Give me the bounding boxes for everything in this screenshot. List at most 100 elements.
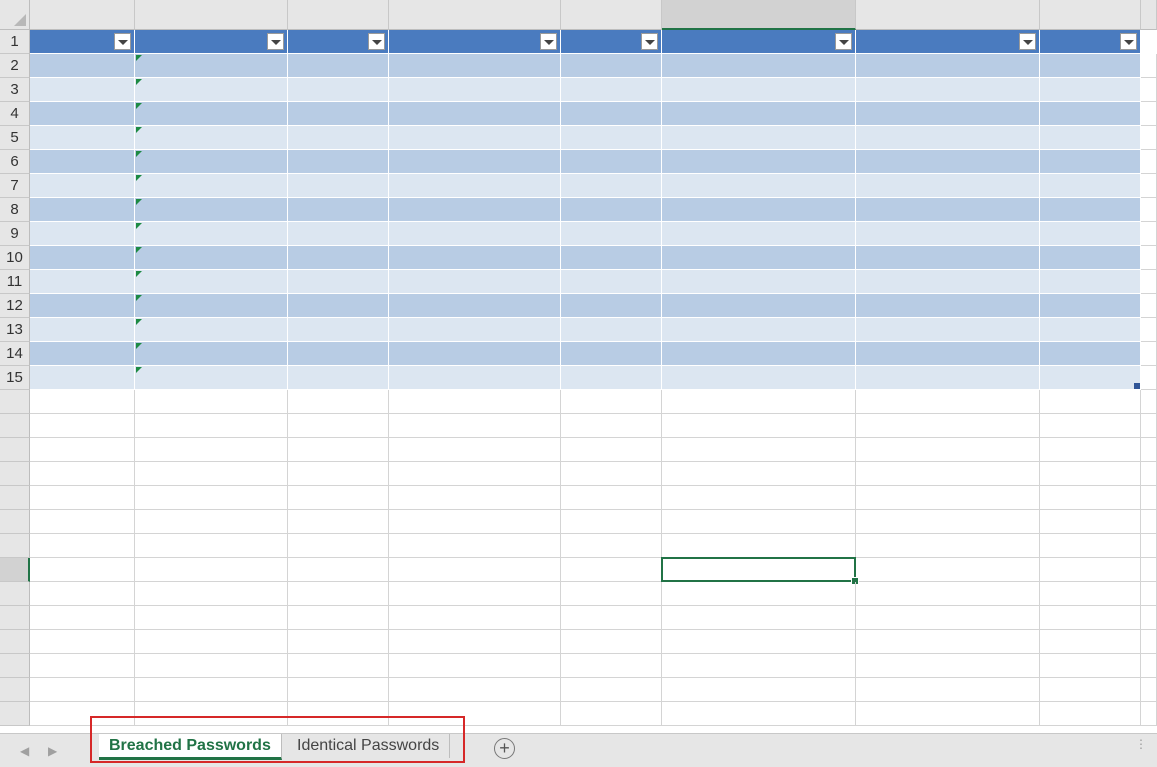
grid-cell[interactable]: [1040, 534, 1141, 558]
table-cell[interactable]: [561, 150, 662, 174]
table-cell[interactable]: [288, 246, 389, 270]
grid-cell[interactable]: [1040, 654, 1141, 678]
grid-cell[interactable]: [1141, 390, 1157, 414]
table-cell[interactable]: [1040, 270, 1141, 294]
table-cell[interactable]: [662, 78, 856, 102]
table-cell[interactable]: [30, 222, 135, 246]
grid-cell[interactable]: [856, 438, 1040, 462]
table-cell[interactable]: [561, 342, 662, 366]
grid-cell[interactable]: [561, 558, 662, 582]
grid-cell[interactable]: [1040, 678, 1141, 702]
grid-cell[interactable]: [1141, 198, 1157, 222]
grid-cell[interactable]: [135, 438, 288, 462]
grid-cell[interactable]: [288, 462, 389, 486]
grid-cell[interactable]: [856, 630, 1040, 654]
table-cell[interactable]: [561, 198, 662, 222]
table-cell[interactable]: [135, 342, 288, 366]
filter-dropdown-icon[interactable]: [267, 33, 284, 50]
row-header[interactable]: 8: [0, 198, 30, 222]
table-cell[interactable]: [135, 198, 288, 222]
column-header-b[interactable]: [135, 0, 288, 30]
grid-cell[interactable]: [561, 486, 662, 510]
grid-cell[interactable]: [288, 534, 389, 558]
row-header[interactable]: 14: [0, 342, 30, 366]
grid-cell[interactable]: [288, 558, 389, 582]
table-cell[interactable]: [856, 54, 1040, 78]
grid-cell[interactable]: [288, 630, 389, 654]
grid-cell[interactable]: [662, 606, 856, 630]
grid-cell[interactable]: [561, 678, 662, 702]
table-cell[interactable]: [389, 294, 561, 318]
row-header[interactable]: [0, 534, 30, 558]
table-cell[interactable]: [1040, 366, 1141, 390]
grid-cell[interactable]: [1141, 150, 1157, 174]
grid-cell[interactable]: [30, 678, 135, 702]
table-cell[interactable]: [389, 270, 561, 294]
more-options-icon[interactable]: ⋮: [1135, 738, 1147, 750]
grid-cell[interactable]: [1141, 438, 1157, 462]
grid-cell[interactable]: [561, 438, 662, 462]
grid-cell[interactable]: [561, 390, 662, 414]
table-cell[interactable]: [561, 318, 662, 342]
grid-cell[interactable]: [1040, 702, 1141, 726]
table-cell[interactable]: [288, 78, 389, 102]
grid-cell[interactable]: [288, 582, 389, 606]
grid-cell[interactable]: [856, 534, 1040, 558]
column-header-e[interactable]: [561, 0, 662, 30]
grid-cell[interactable]: [135, 534, 288, 558]
grid-cell[interactable]: [856, 486, 1040, 510]
grid-cell[interactable]: [135, 510, 288, 534]
grid-cell[interactable]: [856, 606, 1040, 630]
grid-cell[interactable]: [288, 486, 389, 510]
table-cell[interactable]: [389, 198, 561, 222]
table-cell[interactable]: [561, 78, 662, 102]
column-header-d[interactable]: [389, 0, 561, 30]
table-cell[interactable]: [389, 126, 561, 150]
table-cell[interactable]: [30, 198, 135, 222]
table-cell[interactable]: [389, 342, 561, 366]
grid-cell[interactable]: [561, 606, 662, 630]
table-cell[interactable]: [288, 54, 389, 78]
grid-cell[interactable]: [30, 486, 135, 510]
table-cell[interactable]: [389, 78, 561, 102]
table-cell[interactable]: [561, 270, 662, 294]
table-cell[interactable]: [30, 54, 135, 78]
table-cell[interactable]: [389, 102, 561, 126]
grid-cell[interactable]: [135, 582, 288, 606]
grid-cell[interactable]: [662, 654, 856, 678]
grid-cell[interactable]: [288, 438, 389, 462]
filter-dropdown-icon[interactable]: [1019, 33, 1036, 50]
grid-cell[interactable]: [1141, 606, 1157, 630]
filter-dropdown-icon[interactable]: [368, 33, 385, 50]
grid-cell[interactable]: [288, 678, 389, 702]
row-header[interactable]: 10: [0, 246, 30, 270]
filter-dropdown-icon[interactable]: [114, 33, 131, 50]
table-resize-handle[interactable]: [1134, 383, 1140, 389]
grid-cell[interactable]: [1141, 222, 1157, 246]
table-cell[interactable]: [856, 150, 1040, 174]
table-cell[interactable]: [856, 246, 1040, 270]
grid-cell[interactable]: [662, 414, 856, 438]
grid-cell[interactable]: [561, 702, 662, 726]
table-cell[interactable]: [662, 222, 856, 246]
table-cell[interactable]: [288, 126, 389, 150]
row-header[interactable]: [0, 486, 30, 510]
grid-cell[interactable]: [30, 438, 135, 462]
row-header[interactable]: [0, 558, 30, 582]
table-cell[interactable]: [662, 126, 856, 150]
row-header[interactable]: 6: [0, 150, 30, 174]
table-cell[interactable]: [389, 246, 561, 270]
table-cell[interactable]: [288, 222, 389, 246]
grid-cell[interactable]: [662, 486, 856, 510]
table-cell[interactable]: [389, 366, 561, 390]
grid-cell[interactable]: [1141, 174, 1157, 198]
table-cell[interactable]: [135, 318, 288, 342]
row-header[interactable]: [0, 654, 30, 678]
grid-cell[interactable]: [1141, 582, 1157, 606]
grid-cell[interactable]: [1141, 630, 1157, 654]
table-cell[interactable]: [135, 222, 288, 246]
grid-cell[interactable]: [30, 558, 135, 582]
column-header-g[interactable]: [856, 0, 1040, 30]
grid-cell[interactable]: [1141, 270, 1157, 294]
grid-cell[interactable]: [30, 510, 135, 534]
